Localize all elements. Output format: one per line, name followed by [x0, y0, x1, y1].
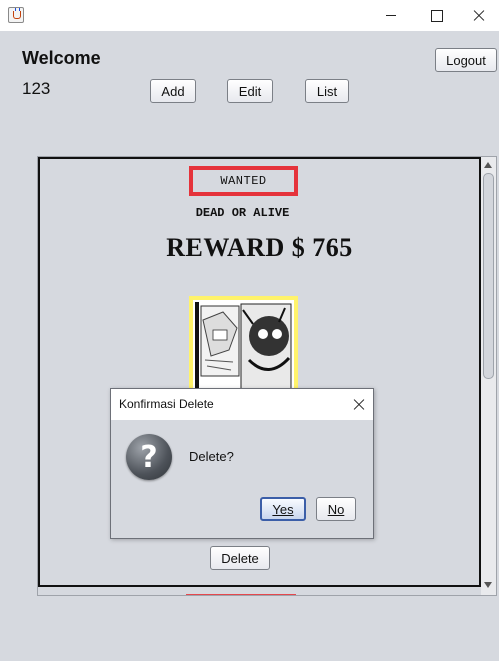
no-button[interactable]: No [316, 497, 356, 521]
yes-button[interactable]: Yes [260, 497, 306, 521]
scroll-up-icon[interactable] [484, 162, 492, 168]
reward-label: REWARD $ 765 [166, 233, 353, 262]
dead-or-alive-label: DEAD OR ALIVE [195, 206, 290, 220]
scroll-thumb[interactable] [483, 173, 494, 379]
maximize-button[interactable] [414, 0, 460, 31]
welcome-label: Welcome [22, 48, 101, 68]
logout-button[interactable]: Logout [435, 48, 497, 72]
minimize-button[interactable] [368, 0, 414, 31]
java-coffee-icon [8, 7, 24, 23]
wanted-label: WANTED [189, 166, 298, 196]
delete-button[interactable]: Delete [210, 546, 270, 570]
dialog-title-bar: Konfirmasi Delete [111, 389, 373, 420]
dialog-title: Konfirmasi Delete [119, 397, 214, 411]
add-button[interactable]: Add [150, 79, 196, 103]
close-icon[interactable] [343, 389, 374, 420]
list-button[interactable]: List [305, 79, 349, 103]
yes-label: Yes [272, 501, 294, 517]
no-label: No [327, 501, 345, 517]
dialog-message: Delete? [189, 449, 234, 464]
title-bar [0, 0, 499, 31]
next-wanted-border [186, 594, 296, 595]
poster-image [189, 296, 298, 396]
confirm-delete-dialog: Konfirmasi Delete ? Delete? Yes No [110, 388, 374, 539]
close-window-button[interactable] [456, 0, 499, 31]
edit-button[interactable]: Edit [227, 79, 273, 103]
next-poster-card [38, 585, 481, 595]
question-icon: ? [126, 434, 172, 480]
manga-panel-image [193, 300, 294, 392]
scroll-down-icon[interactable] [484, 582, 492, 588]
username-label: 123 [22, 79, 51, 98]
vertical-scrollbar[interactable] [481, 157, 496, 595]
